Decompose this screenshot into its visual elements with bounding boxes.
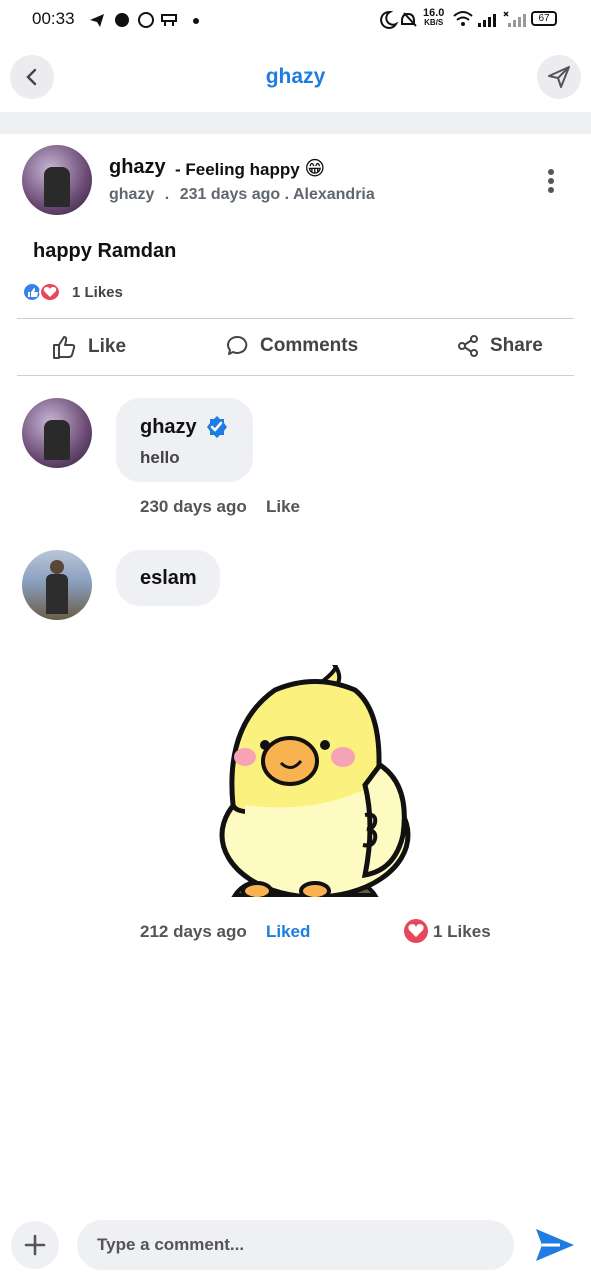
paper-plane-icon [548,66,570,88]
post-author-name[interactable]: ghazy [109,156,166,179]
comment-text: hello [140,448,180,467]
comment-time: 212 days ago [140,922,247,941]
separator [17,375,574,376]
net-speed: 16.0 KB/S [423,7,445,28]
thumbs-up-icon [53,336,76,359]
add-attachment-button[interactable] [11,1221,59,1269]
battery-icon: 67 [531,11,557,26]
grin-emoji: 😁 [304,158,326,180]
comment-like-button[interactable]: Like [266,497,300,517]
send-post-button[interactable] [537,55,581,99]
plus-icon [24,1234,46,1256]
comment-input-placeholder: Type a comment... [97,1235,245,1254]
heart-reaction-icon [39,282,61,302]
status-bar: 00:33 16.0 KB/S 67 [0,0,591,40]
share-button[interactable]: Share [456,334,543,358]
comment-likes-count[interactable]: 1 Likes [433,922,491,942]
post-feeling: - Feeling happy 😁 [175,158,326,180]
comments-button[interactable]: Comments [226,334,358,358]
notification-icons [90,12,199,28]
separator [17,318,574,319]
post-author-avatar[interactable] [22,145,92,215]
comment-input[interactable]: Type a comment... [77,1220,514,1270]
share-icon [458,335,478,357]
post-meta: ghazy . 231 days ago . Alexandria [109,186,375,203]
comment-author[interactable]: ghazy [140,416,197,439]
page-title: ghazy [265,65,326,88]
comment-liked-button[interactable]: Liked [266,922,310,942]
comment-time: 230 days ago [140,497,247,516]
comment-bubble[interactable]: eslam [116,550,220,606]
like-button[interactable]: Like [52,334,126,360]
chick-sticker [219,665,411,897]
moon-bell-icons [380,10,417,29]
send-comment-button[interactable] [532,1225,576,1265]
send-icon [536,1229,574,1261]
post-text: happy Ramdan [33,240,177,262]
more-options-button[interactable] [538,168,564,194]
post-likes-count[interactable]: 1 Likes [72,284,123,301]
verified-badge-icon [207,416,227,438]
comment-icon [227,335,248,355]
comment-author[interactable]: eslam [140,567,197,590]
top-bar: ghazy [0,40,591,112]
heart-reaction-icon [404,919,428,943]
status-time: 00:33 [32,9,75,28]
section-divider [0,112,591,134]
commenter-avatar[interactable] [22,398,92,468]
signal-icons [453,11,526,27]
comment-bubble[interactable]: ghazy hello [116,398,253,482]
commenter-avatar[interactable] [22,550,92,620]
